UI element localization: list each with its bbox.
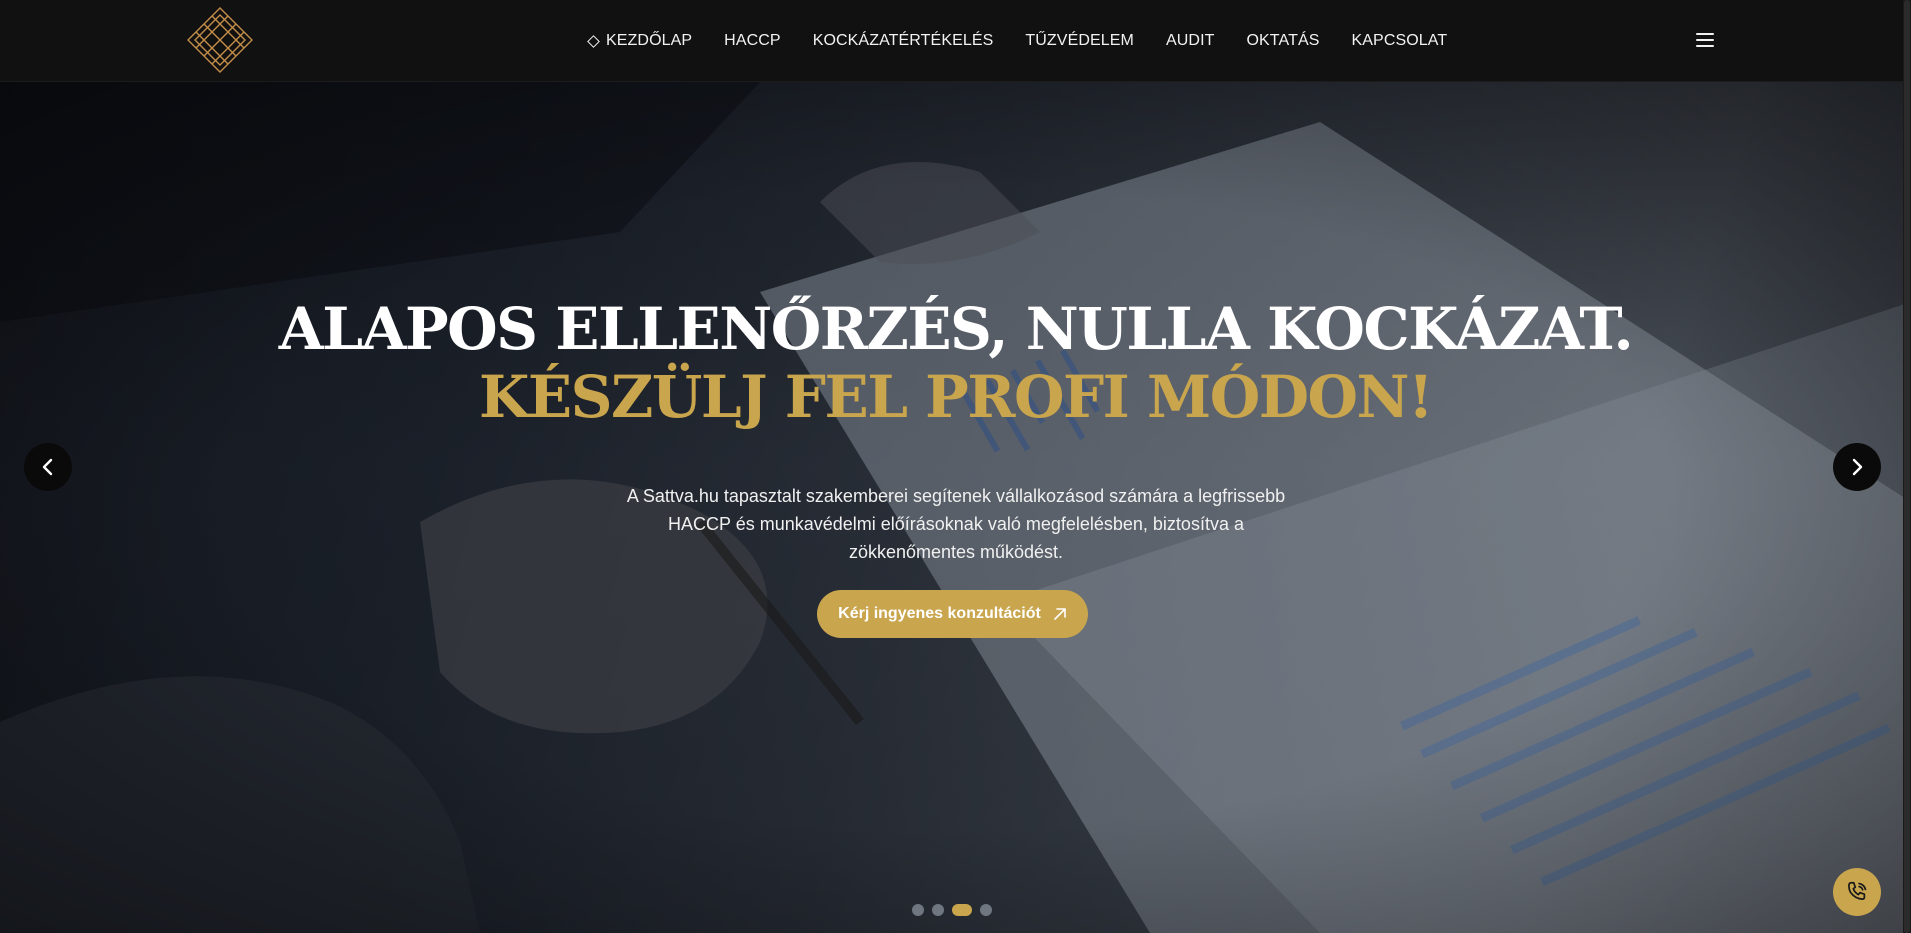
slider-dot-3[interactable] bbox=[952, 904, 972, 916]
menu-line bbox=[1696, 45, 1714, 47]
phone-call-button[interactable] bbox=[1833, 868, 1881, 916]
hero-headline-accent: KÉSZÜLJ FEL PROFI MÓDON! bbox=[478, 363, 1434, 431]
consultation-cta-button[interactable]: Kérj ingyenes konzultációt bbox=[817, 590, 1088, 638]
nav-item-label: KAPCSOLAT bbox=[1351, 32, 1448, 49]
nav-item-label: OKTATÁS bbox=[1246, 32, 1320, 49]
slider-dot-2[interactable] bbox=[932, 904, 944, 916]
chevron-right-icon bbox=[1852, 458, 1863, 476]
hero-slider: ALAPOS ELLENŐRZÉS, NULLA KOCKÁZAT. KÉSZÜ… bbox=[0, 82, 1911, 933]
cta-label: Kérj ingyenes konzultációt bbox=[838, 605, 1041, 622]
slider-dot-1[interactable] bbox=[912, 904, 924, 916]
phone-call-icon bbox=[1848, 881, 1867, 901]
menu-line bbox=[1696, 39, 1714, 41]
page-scrollbar[interactable] bbox=[1903, 0, 1911, 933]
menu-line bbox=[1696, 33, 1714, 35]
chevron-left-icon bbox=[42, 458, 53, 476]
nav-item-tuzvedelem[interactable]: TŰZVÉDELEM bbox=[1025, 32, 1134, 50]
slider-prev-button[interactable] bbox=[24, 443, 72, 491]
logo-icon[interactable] bbox=[186, 6, 254, 74]
hamburger-menu-icon[interactable] bbox=[1696, 28, 1718, 52]
hero-headline: ALAPOS ELLENŐRZÉS, NULLA KOCKÁZAT. bbox=[278, 295, 1634, 363]
nav-item-kockazatertekeles[interactable]: KOCKÁZATÉRTÉKELÉS bbox=[813, 32, 994, 50]
nav-item-audit[interactable]: AUDIT bbox=[1166, 32, 1215, 50]
diamond-icon bbox=[587, 34, 600, 48]
arrow-up-right-icon bbox=[1054, 608, 1066, 620]
nav-item-label: HACCP bbox=[724, 32, 781, 49]
hero-intro-text: A Sattva.hu tapasztalt szakemberei segít… bbox=[626, 486, 1286, 562]
nav-item-label: KEZDŐLAP bbox=[606, 32, 693, 49]
slider-next-button[interactable] bbox=[1833, 443, 1881, 491]
nav-item-label: AUDIT bbox=[1165, 32, 1215, 49]
slider-dot-4[interactable] bbox=[980, 904, 992, 916]
slider-pagination bbox=[912, 902, 992, 918]
nav-item-kapcsolat[interactable]: KAPCSOLAT bbox=[1352, 32, 1448, 50]
nav-item-label: TŰZVÉDELEM bbox=[1025, 32, 1134, 49]
nav-item-kezdolap[interactable]: KEZDŐLAP bbox=[587, 32, 692, 50]
scrollbar-thumb[interactable] bbox=[1904, 0, 1910, 933]
site-header: KEZDŐLAP HACCP KOCKÁZATÉRTÉKELÉS TŰZVÉDE… bbox=[0, 0, 1911, 82]
nav-item-oktatas[interactable]: OKTATÁS bbox=[1246, 32, 1319, 50]
hero-content: ALAPOS ELLENŐRZÉS, NULLA KOCKÁZAT. KÉSZÜ… bbox=[0, 82, 1911, 933]
nav-item-haccp[interactable]: HACCP bbox=[724, 32, 781, 50]
nav-item-label: KOCKÁZATÉRTÉKELÉS bbox=[812, 32, 994, 49]
main-nav: KEZDŐLAP HACCP KOCKÁZATÉRTÉKELÉS TŰZVÉDE… bbox=[587, 0, 1447, 82]
